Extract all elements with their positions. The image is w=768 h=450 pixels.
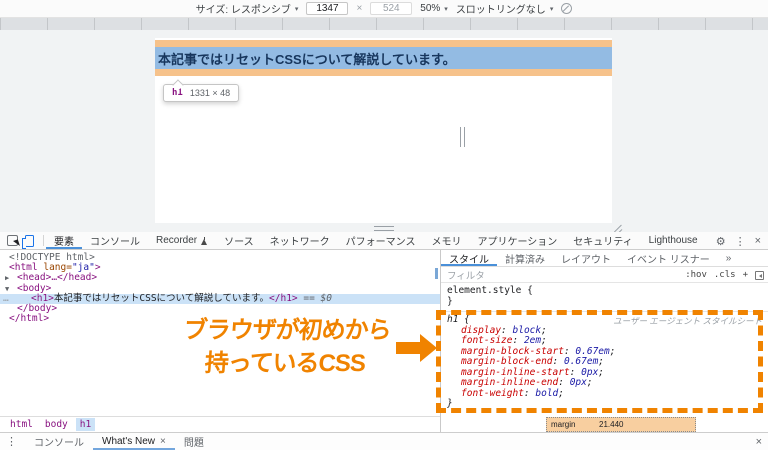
- tab-performance[interactable]: パフォーマンス: [338, 232, 424, 249]
- styles-filter-input[interactable]: フィルタ: [441, 268, 485, 282]
- chevron-down-icon: ▾: [549, 5, 554, 13]
- tab-application[interactable]: アプリケーション: [469, 232, 565, 249]
- new-style-rule-button[interactable]: +: [743, 270, 748, 280]
- tooltip-dimensions: 1331 × 48: [189, 88, 231, 98]
- breadcrumb-h1[interactable]: h1: [75, 418, 96, 431]
- device-size-label: サイズ: レスポンシブ: [195, 5, 291, 16]
- chevron-down-icon: ▾: [444, 5, 448, 13]
- tab-security[interactable]: セキュリティ: [565, 232, 640, 249]
- devtools-tabbar: 要素 コンソール Recorder ソース ネットワーク パフォーマンス メモリ…: [0, 232, 768, 250]
- throttling-dropdown[interactable]: スロットリングなし ▾: [456, 1, 554, 16]
- tab-memory[interactable]: メモリ: [423, 232, 469, 249]
- page-h1-text: 本記事ではリセットCSSについて解説しています。: [158, 51, 456, 67]
- flask-icon: [201, 236, 208, 245]
- ua-stylesheet-origin-label: ユーザー エージェント スタイルシート: [613, 316, 762, 326]
- viewport-bottom-resize-handle[interactable]: [374, 226, 394, 231]
- toolbar-divider: [43, 235, 44, 246]
- device-size-dropdown[interactable]: サイズ: レスポンシブ ▾: [196, 1, 299, 16]
- sidebar-toggle-icon[interactable]: [755, 270, 764, 280]
- node-options-dots[interactable]: …: [3, 293, 9, 304]
- zoom-dropdown[interactable]: 50% ▾: [420, 3, 448, 14]
- toggle-class-button[interactable]: .cls: [714, 270, 736, 280]
- box-model-margin-box[interactable]: margin 21.440: [546, 417, 696, 432]
- close-devtools-icon[interactable]: ×: [755, 235, 761, 247]
- tab-styles[interactable]: スタイル: [441, 250, 497, 266]
- drawer-tab-whats-new[interactable]: What's New ×: [93, 433, 175, 450]
- chevron-down-icon: ▾: [294, 5, 299, 13]
- ua-rule-closing-brace: }: [447, 398, 453, 409]
- toggle-pseudo-state-button[interactable]: :hov: [685, 270, 707, 280]
- tooltip-tag-name: h1: [172, 88, 183, 98]
- close-tab-icon[interactable]: ×: [160, 436, 166, 447]
- ua-rule-selector: h1 {: [447, 314, 470, 325]
- margin-label: margin: [551, 420, 576, 429]
- annotation-arrow-icon: [420, 334, 437, 362]
- drawer-tab-console[interactable]: コンソール: [25, 433, 93, 450]
- drawer-tabbar: ⋮ コンソール What's New × 問題 ×: [0, 432, 768, 450]
- annotation-text: ブラウザが初めから 持っているCSS: [182, 317, 392, 377]
- styles-tabbar: スタイル 計算済み レイアウト イベント リスナー »: [441, 250, 768, 267]
- tab-recorder[interactable]: Recorder: [148, 232, 216, 249]
- no-throttling-icon: [561, 3, 573, 14]
- viewport-right-resize-handle[interactable]: [460, 127, 465, 147]
- breadcrumb-body[interactable]: body: [41, 418, 72, 431]
- inspect-element-icon[interactable]: [7, 235, 18, 246]
- tab-network[interactable]: ネットワーク: [262, 232, 338, 249]
- more-options-icon[interactable]: ⋮: [735, 235, 746, 248]
- horizontal-ruler: [0, 18, 768, 30]
- breadcrumb-html[interactable]: html: [6, 418, 37, 431]
- expander-collapsed-icon[interactable]: ▶: [5, 273, 9, 283]
- dimension-multiply-label: ×: [356, 3, 363, 14]
- close-drawer-icon[interactable]: ×: [756, 433, 762, 450]
- zoom-value: 50%: [420, 3, 441, 14]
- content-highlight: 本記事ではリセットCSSについて解説しています。: [155, 47, 612, 69]
- tab-layout[interactable]: レイアウト: [553, 250, 619, 266]
- tab-lighthouse[interactable]: Lighthouse: [641, 232, 706, 249]
- device-mode-stage: 本記事ではリセットCSSについて解説しています。 h1 1331 × 48: [0, 30, 768, 235]
- user-agent-style-rule[interactable]: h1 { ユーザー エージェント スタイルシート displayblock fo…: [441, 312, 768, 413]
- device-toolbar: サイズ: レスポンシブ ▾ × 50% ▾ スロットリングなし ▾: [0, 0, 768, 18]
- viewport-height-input[interactable]: [370, 2, 413, 15]
- margin-highlight: 本記事ではリセットCSSについて解説しています。: [155, 40, 612, 76]
- dom-head[interactable]: ▶ <head>…</head>: [0, 273, 440, 283]
- element-info-tooltip: h1 1331 × 48: [163, 84, 240, 102]
- element-style-rule[interactable]: element.style { }: [441, 283, 768, 312]
- tab-event-listeners[interactable]: イベント リスナー: [619, 250, 718, 266]
- css-declaration[interactable]: font-weightbold: [447, 388, 768, 400]
- throttling-value: スロットリングなし: [455, 5, 546, 16]
- devtools-window: サイズ: レスポンシブ ▾ × 50% ▾ スロットリングなし ▾ 本記事ではリ…: [0, 0, 768, 450]
- annotation-arrow-icon: [396, 342, 420, 354]
- settings-gear-icon[interactable]: ⚙: [716, 235, 726, 248]
- tab-elements[interactable]: 要素: [46, 232, 82, 249]
- margin-top-value: 21.440: [599, 420, 624, 429]
- styles-panel: スタイル 計算済み レイアウト イベント リスナー » フィルタ :hov .c…: [440, 250, 768, 432]
- tab-computed[interactable]: 計算済み: [497, 250, 553, 266]
- tab-console[interactable]: コンソール: [82, 232, 148, 249]
- scrollbar-selection-marker: [435, 268, 438, 279]
- page-viewport[interactable]: 本記事ではリセットCSSについて解説しています。 h1 1331 × 48: [155, 38, 612, 223]
- drawer-tab-issues[interactable]: 問題: [175, 433, 213, 450]
- tabs-overflow-chevron[interactable]: »: [718, 250, 740, 266]
- device-toolbar-toggle-icon[interactable]: [22, 234, 34, 249]
- viewport-width-input[interactable]: [306, 2, 349, 15]
- dom-h1-selected[interactable]: … <h1>本記事ではリセットCSSについて解説しています。</h1> == $…: [0, 293, 440, 305]
- tab-sources[interactable]: ソース: [216, 232, 262, 249]
- dom-body-close[interactable]: </body>: [0, 303, 440, 314]
- drawer-more-options-icon[interactable]: ⋮: [0, 433, 25, 450]
- dom-breadcrumb: html body h1: [0, 416, 440, 432]
- styles-filter-row: フィルタ :hov .cls +: [441, 267, 768, 283]
